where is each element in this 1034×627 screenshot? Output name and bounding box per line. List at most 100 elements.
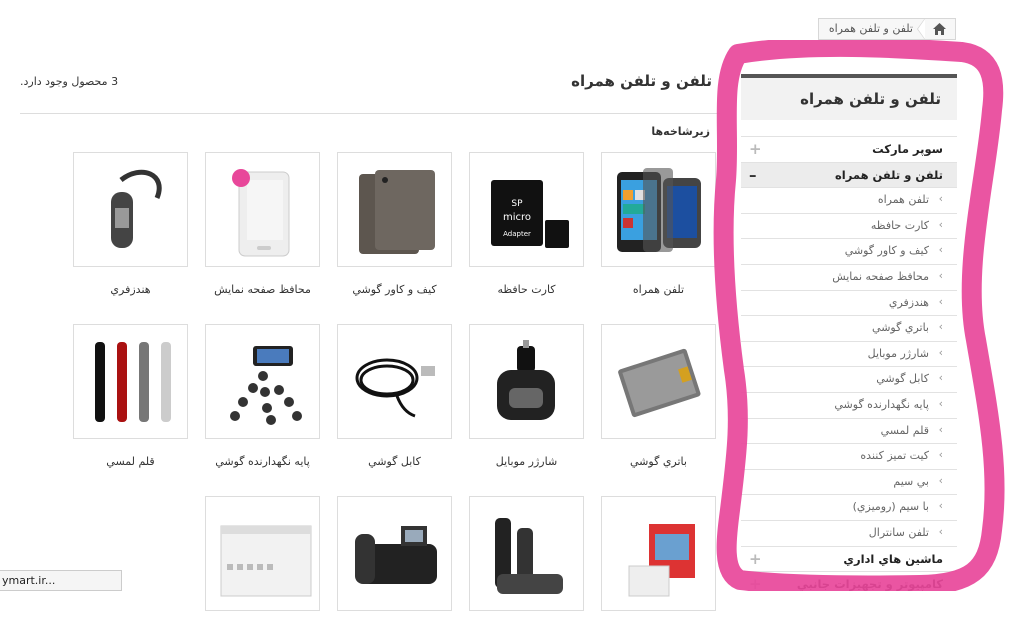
phone-battery-image[interactable] [601, 324, 716, 439]
sidebar-item[interactable]: ‹ بي سيم [741, 468, 957, 495]
product-card[interactable]: تلفن همراه [601, 152, 716, 296]
product-card[interactable]: کابل گوشي [337, 324, 452, 468]
sidebar-item[interactable]: ‹ محافظ صفحه نمايش [741, 263, 957, 290]
chevron-left-icon: ‹ [938, 345, 943, 359]
product-card[interactable] [469, 496, 584, 627]
sidebar-item-label: تلفن سانترال [868, 525, 929, 539]
product-name[interactable]: محافظ صفحه نمايش [205, 283, 320, 296]
sidebar-item[interactable]: ‹ شارژر موبايل [741, 340, 957, 367]
product-name[interactable]: قلم لمسي [73, 455, 188, 468]
product-name[interactable]: هندزفري [73, 283, 188, 296]
chevron-left-icon: ‹ [938, 320, 943, 334]
sidebar-item-label: شارژر موبايل [867, 346, 929, 360]
stylus-pens-image[interactable] [73, 324, 188, 439]
product-name[interactable]: شارژر موبايل [469, 455, 584, 468]
phone-case-image[interactable] [337, 152, 452, 267]
sidebar-item[interactable]: ‹ باتري گوشي [741, 315, 957, 341]
sidebar: تلفن و تلفن همراه + سوپر مارکت – تلفن و تلف… [741, 74, 957, 593]
chevron-left-icon: ‹ [938, 448, 943, 462]
screen-protector-image[interactable] [205, 152, 320, 267]
expand-icon[interactable]: + [749, 140, 762, 158]
collapse-icon[interactable]: – [749, 166, 757, 184]
sidebar-item-label: باتري گوشي [872, 321, 929, 335]
car-charger-image[interactable] [469, 324, 584, 439]
sidebar-item-label: تلفن همراه [877, 193, 929, 207]
sidebar-item[interactable]: + ماشين هاي اداري [741, 545, 957, 572]
sidebar-item-label: کيت تميز کننده [860, 449, 929, 463]
expand-icon[interactable]: + [749, 550, 762, 568]
sidebar-item[interactable]: – تلفن و تلفن همراه [741, 161, 957, 188]
usb-cable-image[interactable] [337, 324, 452, 439]
sidebar-item[interactable]: + سوپر مارکت [741, 136, 957, 162]
sidebar-item-label: سوپر مارکت [872, 142, 943, 156]
product-name[interactable]: تلفن همراه [601, 283, 716, 296]
bluetooth-headset-image[interactable] [73, 152, 188, 267]
sidebar-header: تلفن و تلفن همراه [741, 74, 957, 120]
pbx-system-image[interactable] [205, 496, 320, 611]
status-bar: ymart.ir... [0, 570, 122, 591]
chevron-left-icon: ‹ [938, 396, 943, 410]
sidebar-item[interactable]: ‹ قلم لمسي [741, 417, 957, 444]
sidebar-item[interactable]: ‹ با سيم (روميزي) [741, 494, 957, 520]
product-card[interactable] [601, 496, 716, 627]
product-card[interactable]: کيف و کاور گوشي [337, 152, 452, 296]
desk-phone-image[interactable] [337, 496, 452, 611]
sidebar-item[interactable]: + کامپيوتر و تجهيزات جانبي [741, 571, 957, 597]
sidebar-item[interactable]: ‹ کیف و کاور گوشي [741, 238, 957, 264]
product-count: 3 محصول وجود دارد. [20, 75, 119, 88]
product-card[interactable]: محافظ صفحه نمايش [205, 152, 320, 296]
sidebar-item-label: قلم لمسي [880, 423, 929, 437]
sidebar-item-label: کابل گوشي [876, 372, 929, 386]
divider [20, 113, 720, 114]
svg-text:SP: SP [511, 199, 523, 209]
svg-text:micro: micro [502, 212, 530, 223]
breadcrumb-separator [917, 18, 925, 40]
sidebar-item-label: پايه نگهدارنده گوشي [834, 397, 929, 411]
sidebar-item[interactable]: ‹ کيت تميز کننده [741, 443, 957, 469]
sidebar-item-label: کیف و کاور گوشي [844, 244, 929, 258]
sidebar-item[interactable]: ‹ کارت حافظه [741, 212, 957, 239]
svg-text:Adapter: Adapter [503, 230, 531, 238]
sidebar-item[interactable]: ‹ تلفن سانترال [741, 519, 957, 546]
product-card[interactable]: باتري گوشي [601, 324, 716, 468]
tripod-holder-image[interactable] [205, 324, 320, 439]
chevron-left-icon: ‹ [938, 268, 943, 282]
product-name[interactable]: کارت حافظه [469, 283, 584, 296]
memory-card-image[interactable]: SP micro Adapter [469, 152, 584, 267]
sidebar-item[interactable]: ‹ هندزفري [741, 289, 957, 316]
product-card[interactable]: شارژر موبايل [469, 324, 584, 468]
sidebar-item[interactable]: ‹ پايه نگهدارنده گوشي [741, 391, 957, 418]
cleaning-kit-image[interactable] [601, 496, 716, 611]
expand-icon[interactable]: + [749, 575, 762, 593]
chevron-left-icon: ‹ [938, 371, 943, 385]
home-icon[interactable] [923, 19, 955, 39]
product-card[interactable]: SP micro Adapter کارت حافظه [469, 152, 584, 296]
smartphones-image[interactable] [601, 152, 716, 267]
sidebar-item-label: با سيم (روميزي) [852, 500, 929, 514]
product-card[interactable]: قلم لمسي [73, 324, 188, 468]
product-name[interactable]: باتري گوشي [601, 455, 716, 468]
product-card[interactable] [205, 496, 320, 627]
sidebar-item-label: کارت حافظه [870, 218, 929, 232]
page-title: تلفن و تلفن همراه [571, 72, 712, 90]
chevron-left-icon: ‹ [938, 243, 943, 257]
sidebar-item-label: کامپيوتر و تجهيزات جانبي [796, 577, 943, 592]
cordless-phones-image[interactable] [469, 496, 584, 611]
sidebar-item-label: هندزفري [888, 295, 929, 309]
sidebar-item-label: تلفن و تلفن همراه [834, 167, 943, 182]
product-name[interactable]: پايه نگهدارنده گوشي [205, 455, 320, 468]
product-name[interactable]: کابل گوشي [337, 455, 452, 468]
breadcrumb-current[interactable]: تلفن و تلفن همراه [829, 22, 913, 35]
chevron-left-icon: ‹ [938, 294, 943, 308]
sidebar-category-list: + سوپر مارکت – تلفن و تلفن همراه ‹ تلفن همراه… [741, 136, 957, 597]
chevron-left-icon: ‹ [938, 422, 943, 436]
sidebar-item-label: ماشين هاي اداري [843, 551, 943, 566]
product-card[interactable]: پايه نگهدارنده گوشي [205, 324, 320, 468]
chevron-left-icon: ‹ [938, 499, 943, 513]
sidebar-item[interactable]: ‹ کابل گوشي [741, 366, 957, 392]
chevron-left-icon: ‹ [938, 473, 943, 487]
product-card[interactable] [337, 496, 452, 627]
product-name[interactable]: کيف و کاور گوشي [337, 283, 452, 296]
sidebar-item[interactable]: ‹ تلفن همراه [741, 187, 957, 213]
product-card[interactable]: هندزفري [73, 152, 188, 296]
